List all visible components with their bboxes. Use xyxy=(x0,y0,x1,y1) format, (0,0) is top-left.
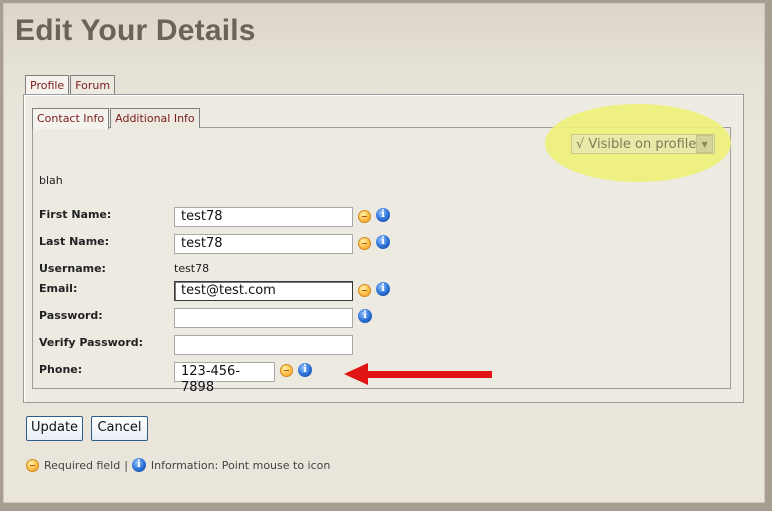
password-input[interactable] xyxy=(174,308,353,328)
password-label: Password: xyxy=(39,309,103,322)
verify-password-input[interactable] xyxy=(174,335,353,355)
legend-info-text: Information: Point mouse to icon xyxy=(150,458,331,472)
username-label: Username: xyxy=(39,262,106,275)
first-name-label: First Name: xyxy=(39,208,112,221)
chevron-down-icon[interactable]: ▼ xyxy=(696,135,713,153)
phone-input[interactable]: 123-456-7898 xyxy=(174,362,275,395)
update-button[interactable]: Update xyxy=(26,416,83,441)
required-icon xyxy=(26,458,39,472)
required-icon xyxy=(358,237,371,250)
tab-profile[interactable]: Profile xyxy=(25,75,70,96)
page-title: Edit Your Details xyxy=(15,14,256,47)
info-icon[interactable]: i xyxy=(376,208,390,222)
required-icon xyxy=(358,210,371,223)
last-name-label: Last Name: xyxy=(39,235,110,248)
phone-label: Phone: xyxy=(39,363,83,376)
required-icon xyxy=(280,364,293,377)
annotation-arrow-head xyxy=(344,363,368,385)
info-icon: i xyxy=(131,458,146,472)
verify-password-label: Verify Password: xyxy=(39,336,144,349)
visibility-select[interactable]: √ Visible on profile ▼ xyxy=(571,134,715,154)
annotation-arrow-shaft xyxy=(364,371,492,378)
tab-contact-info[interactable]: Contact Info xyxy=(32,108,110,129)
tab-forum[interactable]: Forum xyxy=(70,75,116,95)
legend-required-text: Required field xyxy=(44,458,121,472)
legend-separator: | xyxy=(124,458,128,472)
info-icon[interactable]: i xyxy=(376,282,390,296)
username-value: test78 xyxy=(174,262,210,275)
intro-text: blah xyxy=(39,174,63,187)
outer-tab-bar: Profile Forum xyxy=(25,74,116,96)
info-icon[interactable]: i xyxy=(376,235,390,249)
required-icon xyxy=(358,284,371,297)
last-name-input[interactable]: test78 xyxy=(174,234,353,254)
legend: Required field | i Information: Point mo… xyxy=(26,458,330,472)
info-icon[interactable]: i xyxy=(298,363,312,377)
info-icon[interactable]: i xyxy=(358,309,372,323)
email-input[interactable]: test@test.com xyxy=(174,281,353,301)
inner-tab-bar: Contact Info Additional Info xyxy=(32,107,201,129)
tab-additional-info[interactable]: Additional Info xyxy=(110,108,200,128)
first-name-input[interactable]: test78 xyxy=(174,207,353,227)
email-label: Email: xyxy=(39,282,78,295)
cancel-button[interactable]: Cancel xyxy=(91,416,148,441)
visibility-select-value: √ Visible on profile xyxy=(576,136,697,152)
